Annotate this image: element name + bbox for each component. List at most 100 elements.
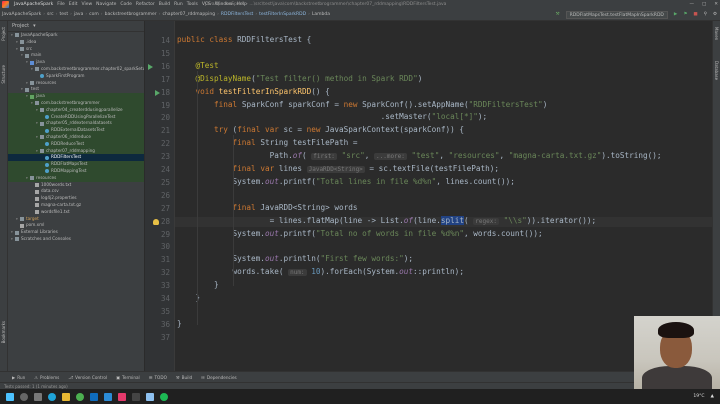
project-tree-node[interactable]: log4j2.properties — [8, 195, 144, 202]
code-line[interactable]: final String testFilePath = — [177, 138, 358, 148]
breadcrumb-item[interactable]: backstreetbrogrammer — [103, 9, 159, 20]
project-tree-node[interactable]: RDDFiltersTest — [8, 154, 144, 162]
breadcrumb-item[interactable]: JavaApacheSpark — [0, 9, 43, 20]
weather-text[interactable]: 19°C — [693, 394, 704, 399]
code-editor[interactable]: 14 15 16 17 18 19 20 21 22 23 24 25 26 27 28 29 30 31 32 33… — [145, 21, 712, 371]
notepad-icon[interactable] — [146, 392, 154, 401]
code-line[interactable]: } — [177, 319, 182, 329]
project-tree-node[interactable]: RDDExternalDatasetsTest — [8, 127, 144, 134]
project-tree-node[interactable]: data.csv — [8, 188, 144, 195]
search-icon[interactable] — [20, 392, 28, 401]
intellij-icon[interactable] — [118, 392, 126, 401]
menu-item-navigate[interactable]: Navigate — [94, 0, 118, 9]
maven-tool-tab[interactable]: Maven — [714, 27, 719, 40]
project-tree-node[interactable]: pom.xml — [8, 222, 144, 229]
code-line[interactable]: final var lines JavaRDD<String> = sc.tex… — [177, 164, 499, 175]
project-tree-node[interactable]: ▾ com.backstreetbrogrammer — [8, 99, 144, 107]
code-line[interactable]: Path.of( first: "src", ...more: "test", … — [177, 151, 662, 162]
project-tree-node[interactable]: ▾ main — [8, 52, 144, 59]
breadcrumb-item[interactable]: chapter07_rddmapping — [160, 9, 217, 20]
menu-item-refactor[interactable]: Refactor — [134, 0, 157, 9]
code-line[interactable]: public class RDDFiltersTest { — [177, 35, 311, 45]
project-tree-node[interactable]: ▾ target — [8, 216, 144, 223]
code-line[interactable]: final JavaRDD<String> words — [177, 203, 358, 213]
code-line[interactable]: System.out.printf("Total lines in file %… — [177, 177, 515, 187]
project-tool-tab[interactable]: Project — [1, 27, 6, 41]
menu-item-code[interactable]: Code — [118, 0, 134, 9]
debug-icon[interactable]: ⚑ — [683, 9, 687, 20]
project-tree-node[interactable]: RDDMappingTest — [8, 167, 144, 175]
bookmarks-tool-tab[interactable]: Bookmarks — [1, 321, 6, 343]
code-line[interactable]: try (final var sc = new JavaSparkContext… — [177, 125, 464, 135]
wifi-icon[interactable]: ▲ — [711, 394, 714, 399]
windows-start-icon[interactable] — [6, 392, 14, 401]
mail-icon[interactable] — [90, 392, 98, 401]
tool-tab-build[interactable]: ⚒ Build — [176, 372, 192, 382]
project-tree-node[interactable]: ▾ External Libraries — [8, 229, 144, 236]
tool-tab-terminal[interactable]: ▣ Terminal — [116, 372, 140, 382]
close-icon[interactable]: ✕ — [714, 0, 718, 9]
project-tree-node[interactable]: 1000words.txt — [8, 182, 144, 189]
breadcrumb-item[interactable]: test — [57, 9, 70, 20]
code-line[interactable]: = lines.flatMap(line -> List.of(line.spl… — [177, 215, 596, 227]
menu-item-build[interactable]: Build — [157, 0, 172, 9]
code-line[interactable]: System.out.printf("Total no of words in … — [177, 229, 543, 239]
stop-icon[interactable]: ■ — [693, 9, 697, 20]
project-tree-node[interactable]: wordsfile1.txt — [8, 209, 144, 216]
project-tree-node[interactable]: RDDReduceTest — [8, 140, 144, 148]
tool-tab-version-control[interactable]: ⎇ Version Control — [68, 372, 107, 382]
spotify-icon[interactable] — [160, 392, 168, 401]
code-line[interactable]: System.out.println("First few words:"); — [177, 254, 414, 264]
code-area[interactable]: public class RDDFiltersTest { @Test @Dis… — [177, 21, 712, 371]
project-tree-node[interactable]: RDDFlatMapsTest — [8, 161, 144, 168]
code-line[interactable]: void testFilterInSparkRDD() { — [177, 87, 330, 97]
file-explorer-icon[interactable] — [62, 392, 70, 401]
chrome-icon[interactable] — [76, 392, 84, 401]
project-tree-node[interactable]: ▾ test — [8, 86, 144, 93]
code-line[interactable]: words.take( num: 10).forEach(System.out:… — [177, 267, 464, 278]
chevron-down-icon[interactable]: ▾ — [33, 21, 36, 32]
project-tree-node[interactable]: ▾ chapter04_createrddusingparallelize — [8, 106, 144, 114]
project-tree-node[interactable]: ▾ chapter05_rddexternaldatasets — [8, 120, 144, 128]
terminal-icon[interactable] — [132, 392, 140, 401]
project-tree-node[interactable]: ▾ chapter07_rddmapping — [8, 147, 144, 155]
menu-item-run[interactable]: Run — [172, 0, 185, 9]
code-line[interactable]: @Test — [177, 61, 219, 71]
menu-item-file[interactable]: File — [55, 0, 67, 9]
run-icon[interactable]: ▶ — [674, 9, 677, 20]
project-tree-node[interactable]: ▾ Scratches and Consoles — [8, 236, 144, 243]
project-tree-node[interactable]: ▾ chapter06_rddreduce — [8, 133, 144, 141]
breadcrumb-item[interactable]: java — [72, 9, 85, 20]
run-test-gutter-icon[interactable] — [148, 63, 153, 70]
run-configuration-select[interactable]: RDDFlatMapsTest.testFlatMapInSparkRDD — [565, 10, 668, 19]
code-line[interactable]: @DisplayName("Test filter() method in Sp… — [177, 74, 423, 84]
structure-tool-tab[interactable]: Structure — [1, 65, 6, 84]
project-tree-node[interactable]: magna-carta.txt.gz — [8, 202, 144, 209]
project-panel-title[interactable]: Project — [12, 21, 29, 32]
settings-gear-icon[interactable]: ⚙ — [713, 9, 717, 20]
tool-tab-problems[interactable]: ⚠ Problems — [34, 372, 59, 382]
project-tree-node[interactable]: ▾ java — [8, 59, 144, 66]
menu-item-tools[interactable]: Tools — [185, 0, 200, 9]
hammer-icon[interactable]: ⚒ — [556, 9, 560, 20]
project-tree-node[interactable]: ▾ src — [8, 46, 144, 53]
project-tree-node[interactable]: ▾ resources — [8, 80, 144, 87]
tool-tab-run[interactable]: ▶ Run — [12, 372, 25, 382]
project-tree-node[interactable]: ▾ java — [8, 93, 144, 100]
run-test-gutter-icon[interactable] — [155, 89, 160, 96]
project-tree-node[interactable]: SparkFirstProgram — [8, 73, 144, 80]
menu-item-edit[interactable]: Edit — [67, 0, 80, 9]
lightbulb-icon[interactable] — [153, 218, 159, 225]
edge-icon[interactable] — [48, 392, 56, 401]
tool-tab-todo[interactable]: ☰ TODO — [149, 372, 167, 382]
project-tree-node[interactable]: ▾ resources — [8, 174, 144, 182]
minimize-icon[interactable]: — — [689, 0, 694, 9]
breadcrumb-lambda[interactable]: Lambda — [310, 9, 332, 20]
project-tree-node[interactable]: ▾ com.backstreetbrogrammer.chapter02_spar… — [8, 66, 144, 73]
maximize-icon[interactable]: □ — [702, 0, 706, 9]
breadcrumb-method[interactable]: testFilterInSparkRDD — [257, 9, 308, 20]
code-line[interactable]: final SparkConf sparkConf = new SparkCon… — [177, 100, 547, 110]
breadcrumb-item[interactable]: com — [87, 9, 101, 20]
breadcrumb-item[interactable]: src — [45, 9, 56, 20]
search-icon[interactable]: ⚲ — [704, 9, 707, 20]
